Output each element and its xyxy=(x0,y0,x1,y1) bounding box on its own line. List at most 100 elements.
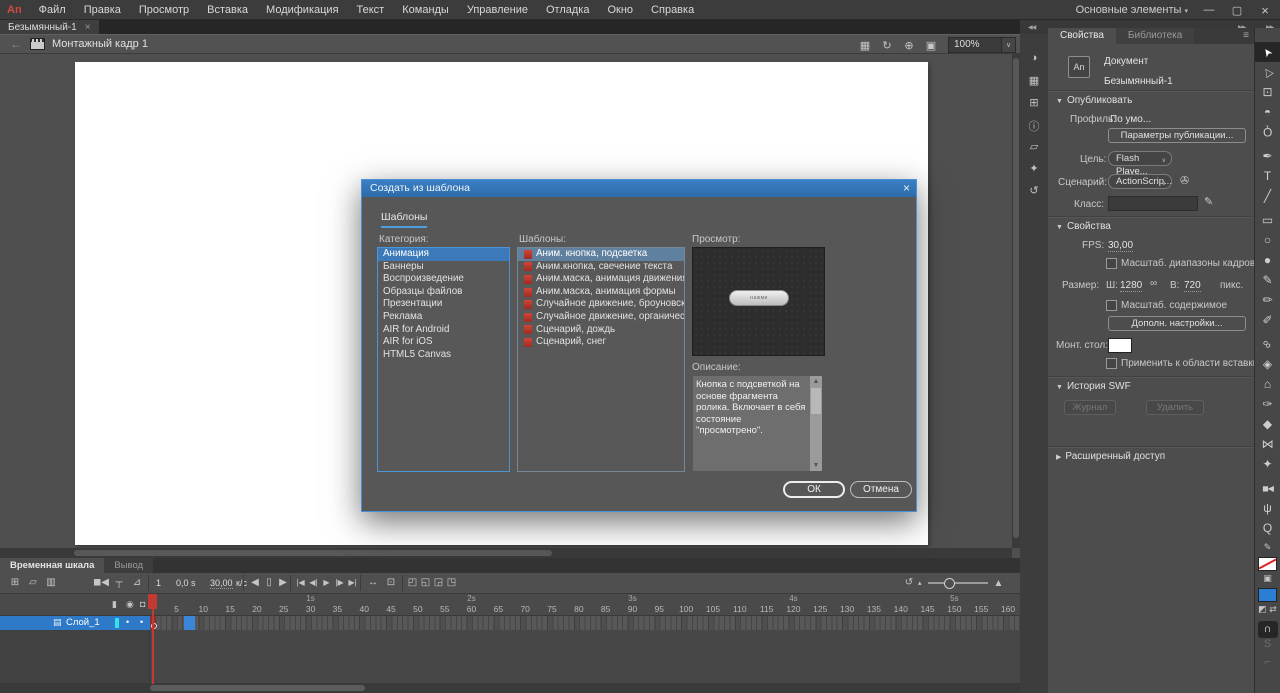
fill-color-swatch[interactable] xyxy=(1258,588,1277,602)
scale-spans-checkbox[interactable] xyxy=(1106,258,1117,269)
export-frames-icon[interactable]: ⊡ xyxy=(382,573,400,593)
list-item[interactable]: Сценарий, дождь xyxy=(518,324,684,337)
panel-tab[interactable]: Свойства xyxy=(1048,28,1116,44)
camera-icon[interactable]: ◼◀ xyxy=(92,573,110,593)
apply-paste-checkbox[interactable] xyxy=(1106,358,1117,369)
layer-lock-dot[interactable]: • xyxy=(140,617,143,627)
extended-access-section-header[interactable]: ▶Расширенный доступ xyxy=(1048,446,1254,467)
close-icon[interactable]: × xyxy=(903,180,910,197)
zoom-in-frames-icon[interactable]: ▲ xyxy=(994,578,1004,589)
menu-item[interactable]: Текст xyxy=(348,4,394,16)
selection-tool[interactable]: ➤ xyxy=(1255,42,1280,62)
list-item[interactable]: AIR for iOS xyxy=(378,336,509,349)
eyedropper-tool[interactable]: ✑ xyxy=(1255,394,1280,414)
keyframe[interactable] xyxy=(184,616,195,630)
list-item[interactable]: Случайное движение, органическое xyxy=(518,311,684,324)
info-panel-icon[interactable]: ⓘ xyxy=(1020,118,1048,134)
timeline-ruler[interactable]: 1s2s3s4s5s 51015202530354045505560657075… xyxy=(150,594,1020,616)
panel-tab[interactable]: Библиотека xyxy=(1116,28,1194,44)
polystar-tool[interactable]: ● xyxy=(1255,250,1280,270)
class-input[interactable] xyxy=(1108,196,1198,211)
camera-tool[interactable]: ◼◀ xyxy=(1255,478,1280,498)
panel-menu-icon[interactable]: ≡ xyxy=(1243,30,1249,41)
stage-color-swatch[interactable] xyxy=(1108,338,1132,353)
cancel-button[interactable]: Отмена xyxy=(850,481,912,498)
menu-item[interactable]: Команды xyxy=(393,4,458,16)
ink-bottle-tool[interactable]: ⌂ xyxy=(1255,374,1280,394)
list-item[interactable]: Случайное движение, броуновское xyxy=(518,298,684,311)
target-dropdown[interactable]: Flash Playe... ∨ xyxy=(1108,151,1172,166)
list-item[interactable]: Аним.маска, анимация формы xyxy=(518,286,684,299)
bone-tool[interactable]: ∞ xyxy=(1255,334,1280,354)
list-item[interactable]: Аним.маска, анимация движения xyxy=(518,273,684,286)
next-frame-button[interactable]: |▶ xyxy=(333,573,346,593)
scroll-up-icon[interactable]: ▲ xyxy=(810,376,822,387)
properties-section-header[interactable]: ▼Свойства xyxy=(1048,216,1254,237)
3d-rotation-tool[interactable]: ◓ xyxy=(1255,102,1280,122)
list-item[interactable]: HTML5 Canvas xyxy=(378,349,509,362)
history-panel-icon[interactable]: ↺ xyxy=(1020,184,1048,197)
list-item[interactable]: Аним.кнопка, свечение текста xyxy=(518,261,684,274)
onion-skin-icon[interactable]: ◰ xyxy=(406,573,419,593)
collapse-dock-icon[interactable]: ◀◀ xyxy=(1028,24,1035,31)
dialog-title[interactable]: Создать из шаблона xyxy=(362,180,916,197)
wrench-icon[interactable]: ✇ xyxy=(1180,174,1189,187)
fluid-brush-tool[interactable]: ✐ xyxy=(1255,310,1280,330)
step-back-icon[interactable]: ◀ xyxy=(248,573,262,593)
frames-empty-area[interactable] xyxy=(150,630,1020,683)
menu-item[interactable]: Окно xyxy=(598,4,642,16)
free-transform-tool[interactable]: ⊡ xyxy=(1255,82,1280,102)
reset-timeline-zoom-icon[interactable]: ↺ xyxy=(900,573,918,593)
playhead[interactable] xyxy=(148,594,157,609)
subselection-tool[interactable]: ▷ xyxy=(1255,62,1280,82)
swap-icon[interactable]: ⇄ xyxy=(1269,604,1277,614)
list-item[interactable]: Анимация xyxy=(378,248,509,261)
close-tab-icon[interactable]: × xyxy=(85,22,91,33)
brush-library-panel-icon[interactable]: ✦ xyxy=(1020,162,1048,175)
list-item[interactable]: Аним. кнопка, подсветка xyxy=(518,248,684,261)
new-layer-icon[interactable]: ⊞ xyxy=(6,573,24,593)
layer-frames[interactable] xyxy=(150,616,1020,630)
lock-column-icon[interactable]: ◘ xyxy=(140,599,145,609)
menu-item[interactable]: Правка xyxy=(75,4,130,16)
slider-knob[interactable] xyxy=(944,578,955,589)
list-item[interactable]: Образцы файлов xyxy=(378,286,509,299)
minimize-button[interactable]: — xyxy=(1202,4,1216,16)
first-frame-button[interactable]: |◀ xyxy=(294,573,307,593)
panel-tab[interactable]: Временная шкала xyxy=(0,558,104,573)
rotate-view-icon[interactable]: ↻ xyxy=(876,39,898,52)
ok-button[interactable]: ОК xyxy=(783,481,845,498)
paint-bucket-tool[interactable]: ◈ xyxy=(1255,354,1280,374)
pencil-tool[interactable]: ✎ xyxy=(1255,270,1280,290)
flip-frames-icon[interactable]: ↔ xyxy=(364,573,382,593)
new-folder-icon[interactable]: ▱ xyxy=(24,573,42,593)
transform-panel-icon[interactable]: ▱ xyxy=(1020,140,1048,153)
fps-value[interactable]: 30,00 xyxy=(210,578,233,589)
list-item[interactable]: Воспроизведение xyxy=(378,273,509,286)
width-value[interactable]: 1280 xyxy=(1120,280,1142,292)
advanced-settings-button[interactable]: Дополн. настройки... xyxy=(1108,316,1246,331)
back-icon[interactable]: ← xyxy=(0,37,30,51)
publish-section-header[interactable]: ▼Опубликовать xyxy=(1048,90,1254,111)
play-button[interactable]: ▶ xyxy=(320,573,333,593)
width-tool[interactable]: ⋈ xyxy=(1255,434,1280,454)
asset-warp-tool[interactable]: ✦ xyxy=(1255,454,1280,474)
script-dropdown[interactable]: ActionScrip... ∨ xyxy=(1108,174,1172,189)
clip-content-icon[interactable]: ▣ xyxy=(920,39,942,52)
list-item[interactable]: Реклама xyxy=(378,311,509,324)
layer-name[interactable]: Слой_1 xyxy=(66,617,100,628)
swatches-panel-icon[interactable]: ▦ xyxy=(1020,74,1048,87)
menu-item[interactable]: Модификация xyxy=(257,4,348,16)
scrollbar-thumb[interactable] xyxy=(150,685,365,691)
document-tab[interactable]: Безымянный-1 × xyxy=(0,20,99,34)
list-item[interactable]: AIR for Android xyxy=(378,324,509,337)
restore-button[interactable]: ▢ xyxy=(1230,4,1244,17)
panel-tab[interactable]: Вывод xyxy=(104,558,153,573)
edit-scene-icon[interactable]: ▦ xyxy=(854,39,876,52)
menu-item[interactable]: Отладка xyxy=(537,4,598,16)
publish-settings-button[interactable]: Параметры публикации... xyxy=(1108,128,1246,143)
timeline-zoom-slider[interactable] xyxy=(928,582,988,584)
zoom-out-frames-icon[interactable]: ▴ xyxy=(918,579,922,587)
fps-value[interactable]: 30,00 xyxy=(1108,240,1133,252)
swf-history-section-header[interactable]: ▼История SWF xyxy=(1048,376,1254,397)
